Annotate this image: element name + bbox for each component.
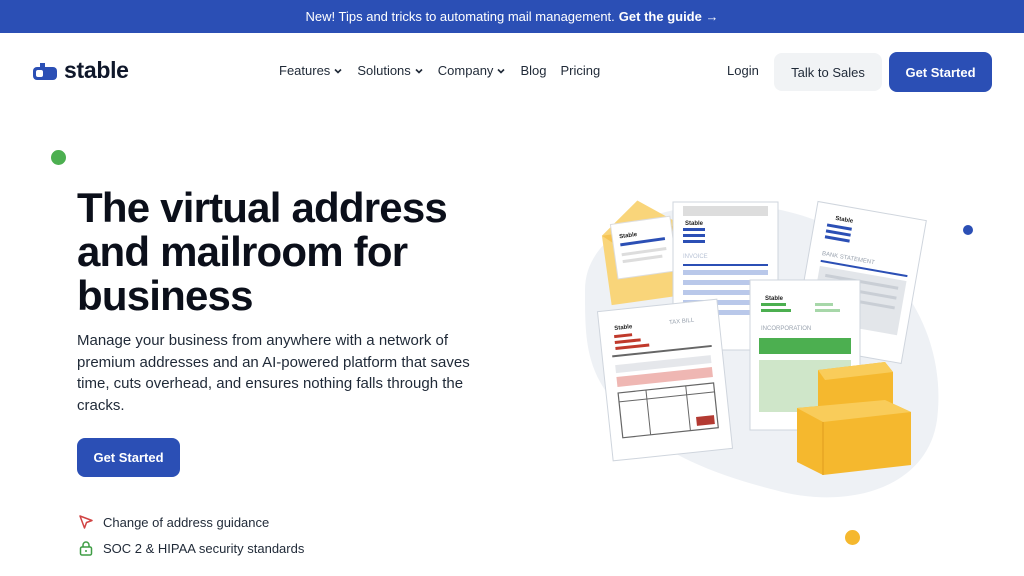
svg-text:Stable: Stable: [685, 221, 704, 227]
announcement-cta-link[interactable]: Get the guide →: [619, 9, 719, 24]
lock-icon: [79, 541, 93, 556]
menu-pricing[interactable]: Pricing: [560, 63, 600, 78]
login-link[interactable]: Login: [727, 63, 759, 78]
menu-company[interactable]: Company: [438, 63, 507, 78]
svg-text:INCORPORATION: INCORPORATION: [761, 326, 811, 332]
menu-features[interactable]: Features: [279, 63, 343, 78]
menu-features-label: Features: [279, 63, 331, 78]
menu-blog[interactable]: Blog: [520, 63, 546, 78]
menu-company-label: Company: [437, 63, 494, 78]
cursor-arrow-icon: [79, 515, 93, 529]
decorative-green-dot: [51, 150, 66, 165]
main-menu: Features Solutions Company Blog Pricing: [279, 63, 600, 78]
announcement-bar[interactable]: New! Tips and tricks to automating mail …: [0, 0, 1024, 33]
feature-item-security: SOC 2 & HIPAA security standards: [78, 540, 304, 556]
mail-documents-illustration: Stable Stable INVOICE Stable BANK STATEM…: [585, 200, 939, 498]
mailbox-logo-icon: [33, 62, 57, 80]
hero-headline: The virtual address and mailroom for bus…: [77, 184, 448, 319]
feature-label: Change of address guidance: [103, 514, 270, 530]
feature-label: SOC 2 & HIPAA security standards: [103, 540, 305, 556]
logo-text: stable: [64, 57, 129, 83]
chevron-down-icon: [415, 68, 423, 74]
logo[interactable]: stable: [32, 57, 129, 84]
chevron-down-icon: [497, 68, 506, 74]
svg-text:Stable: Stable: [765, 296, 784, 302]
top-nav: stable Features Solutions Company Blog P…: [0, 33, 1024, 111]
feature-item-address: Change of address guidance: [78, 514, 269, 530]
menu-solutions[interactable]: Solutions: [357, 63, 423, 78]
svg-text:INVOICE: INVOICE: [683, 254, 708, 260]
menu-pricing-label: Pricing: [560, 63, 601, 78]
menu-blog-label: Blog: [520, 63, 547, 78]
announcement-text: New! Tips and tricks to automating mail …: [305, 9, 615, 24]
decorative-yellow-dot: [845, 530, 860, 545]
get-started-nav-button[interactable]: Get Started: [889, 52, 992, 92]
chevron-down-icon: [334, 68, 342, 74]
menu-solutions-label: Solutions: [357, 63, 411, 78]
decorative-blue-dot: [963, 225, 973, 235]
get-started-hero-button[interactable]: Get Started: [77, 438, 180, 477]
hero-subtext: Manage your business from anywhere with …: [77, 332, 470, 414]
talk-to-sales-button[interactable]: Talk to Sales: [774, 53, 882, 91]
